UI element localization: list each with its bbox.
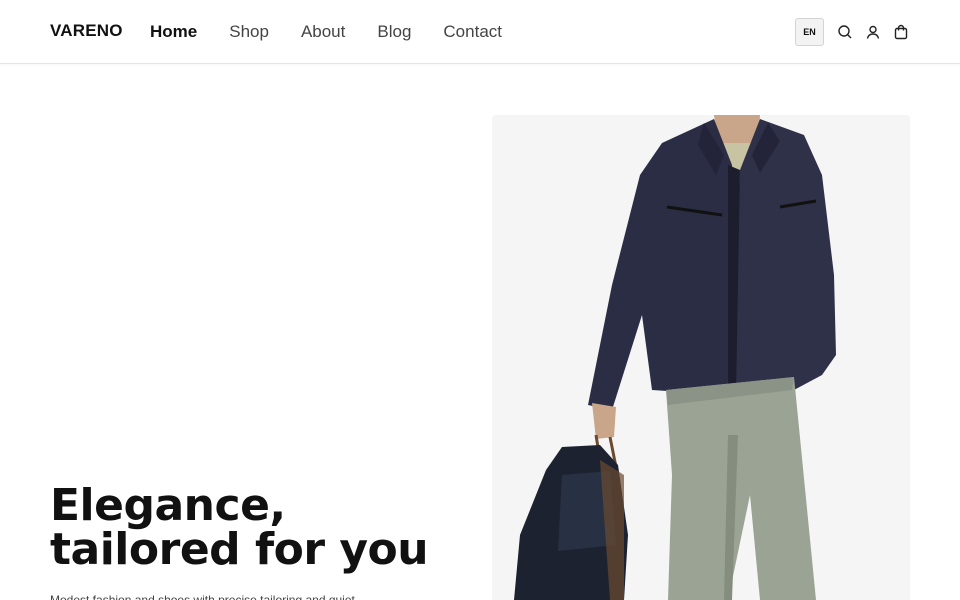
hero-title: Elegance, tailored for you (50, 480, 429, 575)
search-icon[interactable] (836, 23, 854, 41)
cart-icon[interactable] (892, 23, 910, 41)
nav-item-shop[interactable]: Shop (229, 21, 269, 43)
nav-item-blog[interactable]: Blog (377, 21, 411, 43)
user-icon[interactable] (864, 23, 882, 41)
hero-image (492, 115, 910, 600)
nav-item-contact[interactable]: Contact (443, 21, 502, 43)
site-header: VARENO Home Shop About Blog Contact EN (0, 0, 960, 64)
hero-subtitle: Modest fashion and shoes with precise ta… (50, 593, 355, 600)
main-nav: Home Shop About Blog Contact (150, 21, 534, 43)
nav-item-home[interactable]: Home (150, 21, 197, 43)
model-photo-icon (492, 115, 910, 600)
brand-logo[interactable]: VARENO (50, 21, 123, 41)
nav-item-about[interactable]: About (301, 21, 345, 43)
header-actions: EN (795, 18, 910, 46)
language-button[interactable]: EN (795, 18, 824, 46)
